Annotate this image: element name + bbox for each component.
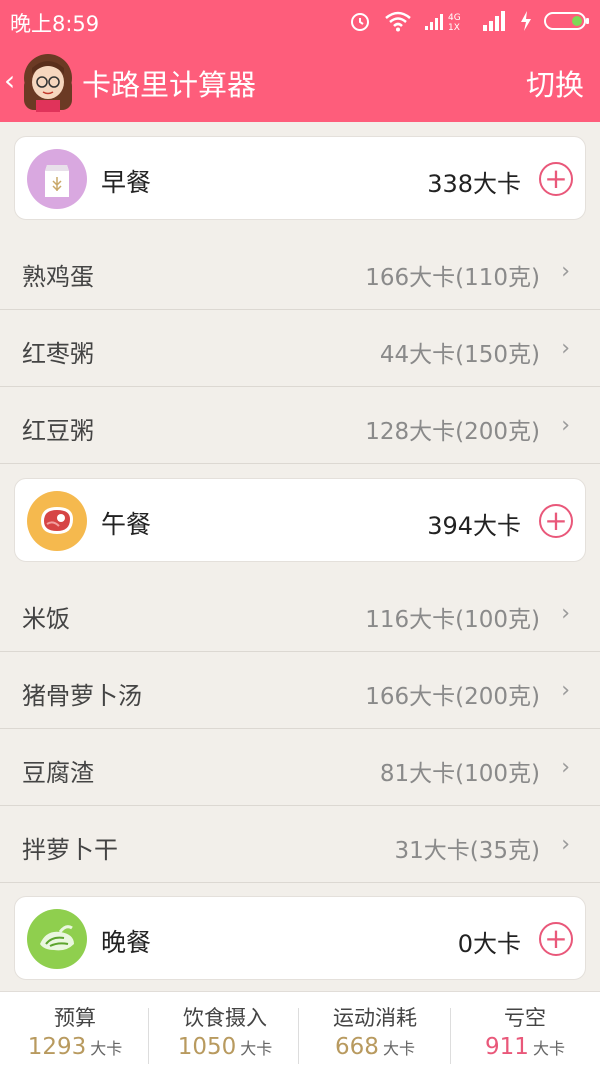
network-label-2: 1X <box>448 23 460 32</box>
budget-stat: 预算 1293 大卡 <box>0 992 150 1067</box>
stat-unit: 大卡 <box>240 1039 273 1058</box>
divider <box>148 1008 149 1064</box>
food-value: 116大卡(100克) <box>365 607 540 633</box>
food-name: 红枣粥 <box>22 340 94 368</box>
meal-name: 晚餐 <box>101 928 152 957</box>
add-icon[interactable]: + <box>539 922 573 956</box>
stat-value: 1293 <box>27 1034 87 1060</box>
network-label: 4G <box>448 13 461 23</box>
summary-bar: 预算 1293 大卡 饮食摄入 1050 大卡 运动消耗 668 大卡 亏空 911 大… <box>0 991 600 1067</box>
app-header: ‹ 卡路里计算器 切换 <box>0 42 600 122</box>
meal-name: 早餐 <box>101 168 152 197</box>
add-icon[interactable]: + <box>539 504 573 538</box>
food-value: 31大卡(35克) <box>394 838 540 864</box>
exercise-stat: 运动消耗 668 大卡 <box>300 992 450 1067</box>
steak-icon <box>27 491 87 551</box>
food-name: 猪骨萝卜汤 <box>22 682 142 710</box>
stat-label: 亏空 <box>504 1006 546 1030</box>
stat-label: 饮食摄入 <box>183 1006 267 1030</box>
intake-stat: 饮食摄入 1050 大卡 <box>150 992 300 1067</box>
stat-unit: 大卡 <box>90 1039 123 1058</box>
chevron-right-icon: › <box>561 601 570 626</box>
food-name: 米饭 <box>22 605 70 633</box>
food-name: 拌萝卜干 <box>22 836 118 864</box>
divider <box>298 1008 299 1064</box>
meal-card-lunch[interactable]: 午餐 394大卡 + <box>14 478 586 562</box>
food-row[interactable]: 熟鸡蛋 166大卡(110克) › <box>0 233 600 310</box>
chevron-right-icon: › <box>561 413 570 438</box>
switch-button[interactable]: 切换 <box>526 62 584 104</box>
cereal-box-icon <box>27 149 87 209</box>
alarm-icon <box>351 13 369 31</box>
food-name: 红豆粥 <box>22 417 94 445</box>
deficit-stat: 亏空 911 大卡 <box>450 992 600 1067</box>
add-icon[interactable]: + <box>539 162 573 196</box>
food-value: 166大卡(200克) <box>365 684 540 710</box>
status-time: 晚上8:59 <box>10 12 100 36</box>
stat-unit: 大卡 <box>532 1039 565 1058</box>
stat-label: 预算 <box>54 1006 96 1030</box>
chevron-right-icon: › <box>561 336 570 361</box>
food-name: 豆腐渣 <box>22 759 94 787</box>
signal-icon <box>483 11 505 31</box>
meal-card-breakfast[interactable]: 早餐 338大卡 + <box>14 136 586 220</box>
food-value: 44大卡(150克) <box>379 342 540 368</box>
food-row[interactable]: 红豆粥 128大卡(200克) › <box>0 387 600 464</box>
stat-value: 1050 <box>177 1034 237 1060</box>
vegetable-icon <box>27 909 87 969</box>
status-icons: 4G 1X <box>348 8 590 34</box>
food-value: 81大卡(100克) <box>379 761 540 787</box>
wifi-icon <box>385 11 411 32</box>
chevron-right-icon: › <box>561 259 570 284</box>
battery-icon <box>544 12 589 30</box>
stat-unit: 大卡 <box>382 1039 415 1058</box>
stat-label: 运动消耗 <box>333 1006 417 1030</box>
food-name: 熟鸡蛋 <box>22 263 94 291</box>
meal-card-dinner[interactable]: 晚餐 0大卡 + <box>14 896 586 980</box>
meal-kcal: 338大卡 <box>427 170 521 198</box>
food-row[interactable]: 红枣粥 44大卡(150克) › <box>0 310 600 387</box>
page-title: 卡路里计算器 <box>82 68 257 102</box>
food-row[interactable]: 猪骨萝卜汤 166大卡(200克) › <box>0 652 600 729</box>
signal-4g-icon: 4G 1X <box>425 13 461 32</box>
meal-kcal: 394大卡 <box>427 512 521 540</box>
food-row[interactable]: 拌萝卜干 31大卡(35克) › <box>0 806 600 883</box>
avatar <box>24 54 72 112</box>
food-row[interactable]: 豆腐渣 81大卡(100克) › <box>0 729 600 806</box>
meal-name: 午餐 <box>101 510 152 539</box>
status-bar: 晚上8:59 4G 1X <box>0 0 600 42</box>
chevron-right-icon: › <box>561 832 570 857</box>
chevron-right-icon: › <box>561 678 570 703</box>
stat-value: 911 <box>485 1034 529 1060</box>
food-value: 128大卡(200克) <box>365 419 540 445</box>
chevron-right-icon: › <box>561 755 570 780</box>
meal-kcal: 0大卡 <box>457 930 521 958</box>
food-row[interactable]: 米饭 116大卡(100克) › <box>0 575 600 652</box>
back-icon[interactable]: ‹ <box>4 64 15 97</box>
food-value: 166大卡(110克) <box>365 265 540 291</box>
charging-icon <box>521 11 531 31</box>
stat-value: 668 <box>335 1034 379 1060</box>
